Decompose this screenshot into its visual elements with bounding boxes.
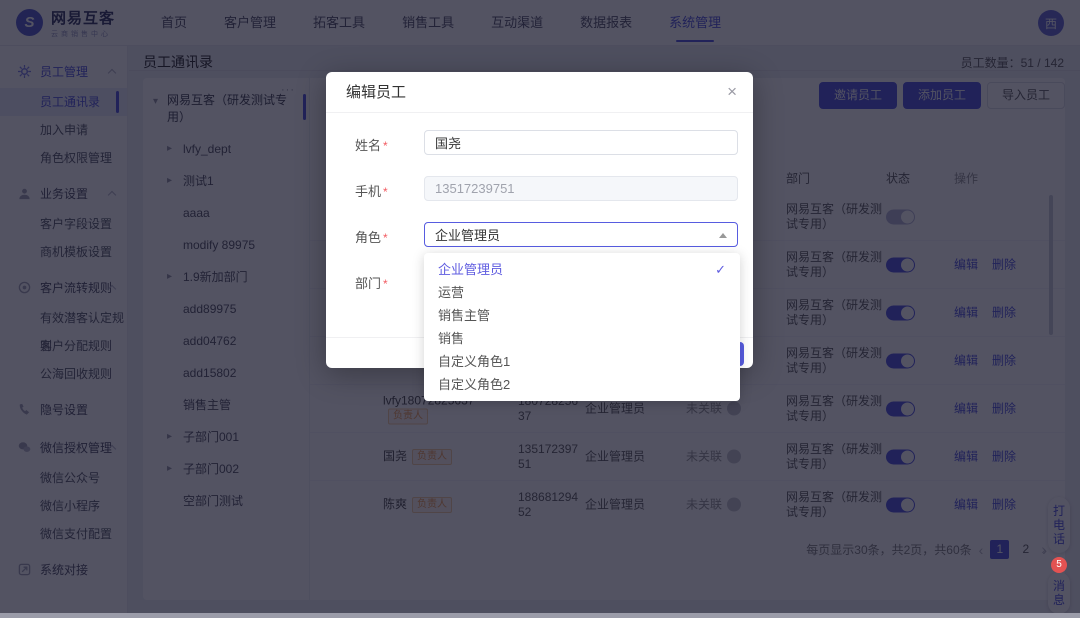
role-select-value: 企业管理员 — [435, 225, 500, 244]
option-label: 自定义角色1 — [438, 354, 510, 369]
notification-badge: 5 — [1051, 557, 1067, 573]
name-label: 姓名 — [355, 138, 381, 153]
required-mark: * — [383, 277, 388, 291]
name-field-row: 姓名* — [355, 130, 738, 156]
role-field-row: 角色* 企业管理员 — [355, 222, 738, 248]
dropdown-option-custom-role-1[interactable]: 自定义角色1 — [424, 350, 740, 373]
option-label: 销售 — [438, 331, 464, 346]
dropdown-option-sales[interactable]: 销售 — [424, 327, 740, 350]
phone-field-row: 手机* — [355, 176, 738, 202]
check-icon: ✓ — [715, 258, 726, 281]
name-input[interactable] — [424, 130, 738, 155]
role-select[interactable]: 企业管理员 — [424, 222, 738, 247]
dropdown-option-operations[interactable]: 运营 — [424, 281, 740, 304]
required-mark: * — [383, 139, 388, 153]
horizontal-scrollbar[interactable] — [0, 613, 1080, 618]
department-label: 部门 — [355, 276, 381, 291]
option-label: 企业管理员 — [438, 262, 503, 277]
role-label: 角色 — [355, 230, 381, 245]
close-icon[interactable]: × — [727, 81, 737, 103]
phone-input — [424, 176, 738, 201]
caret-up-icon — [719, 233, 727, 238]
role-dropdown: 企业管理员 ✓ 运营 销售主管 销售 自定义角色1 自定义角色2 — [424, 253, 740, 401]
option-label: 销售主管 — [438, 308, 490, 323]
phone-label: 手机 — [355, 184, 381, 199]
dropdown-option-custom-role-2[interactable]: 自定义角色2 — [424, 373, 740, 396]
dropdown-option-sales-manager[interactable]: 销售主管 — [424, 304, 740, 327]
option-label: 运营 — [438, 285, 464, 300]
required-mark: * — [383, 185, 388, 199]
dropdown-option-admin[interactable]: 企业管理员 ✓ — [424, 258, 740, 281]
option-label: 自定义角色2 — [438, 377, 510, 392]
modal-title: 编辑员工 — [326, 72, 753, 113]
required-mark: * — [383, 231, 388, 245]
